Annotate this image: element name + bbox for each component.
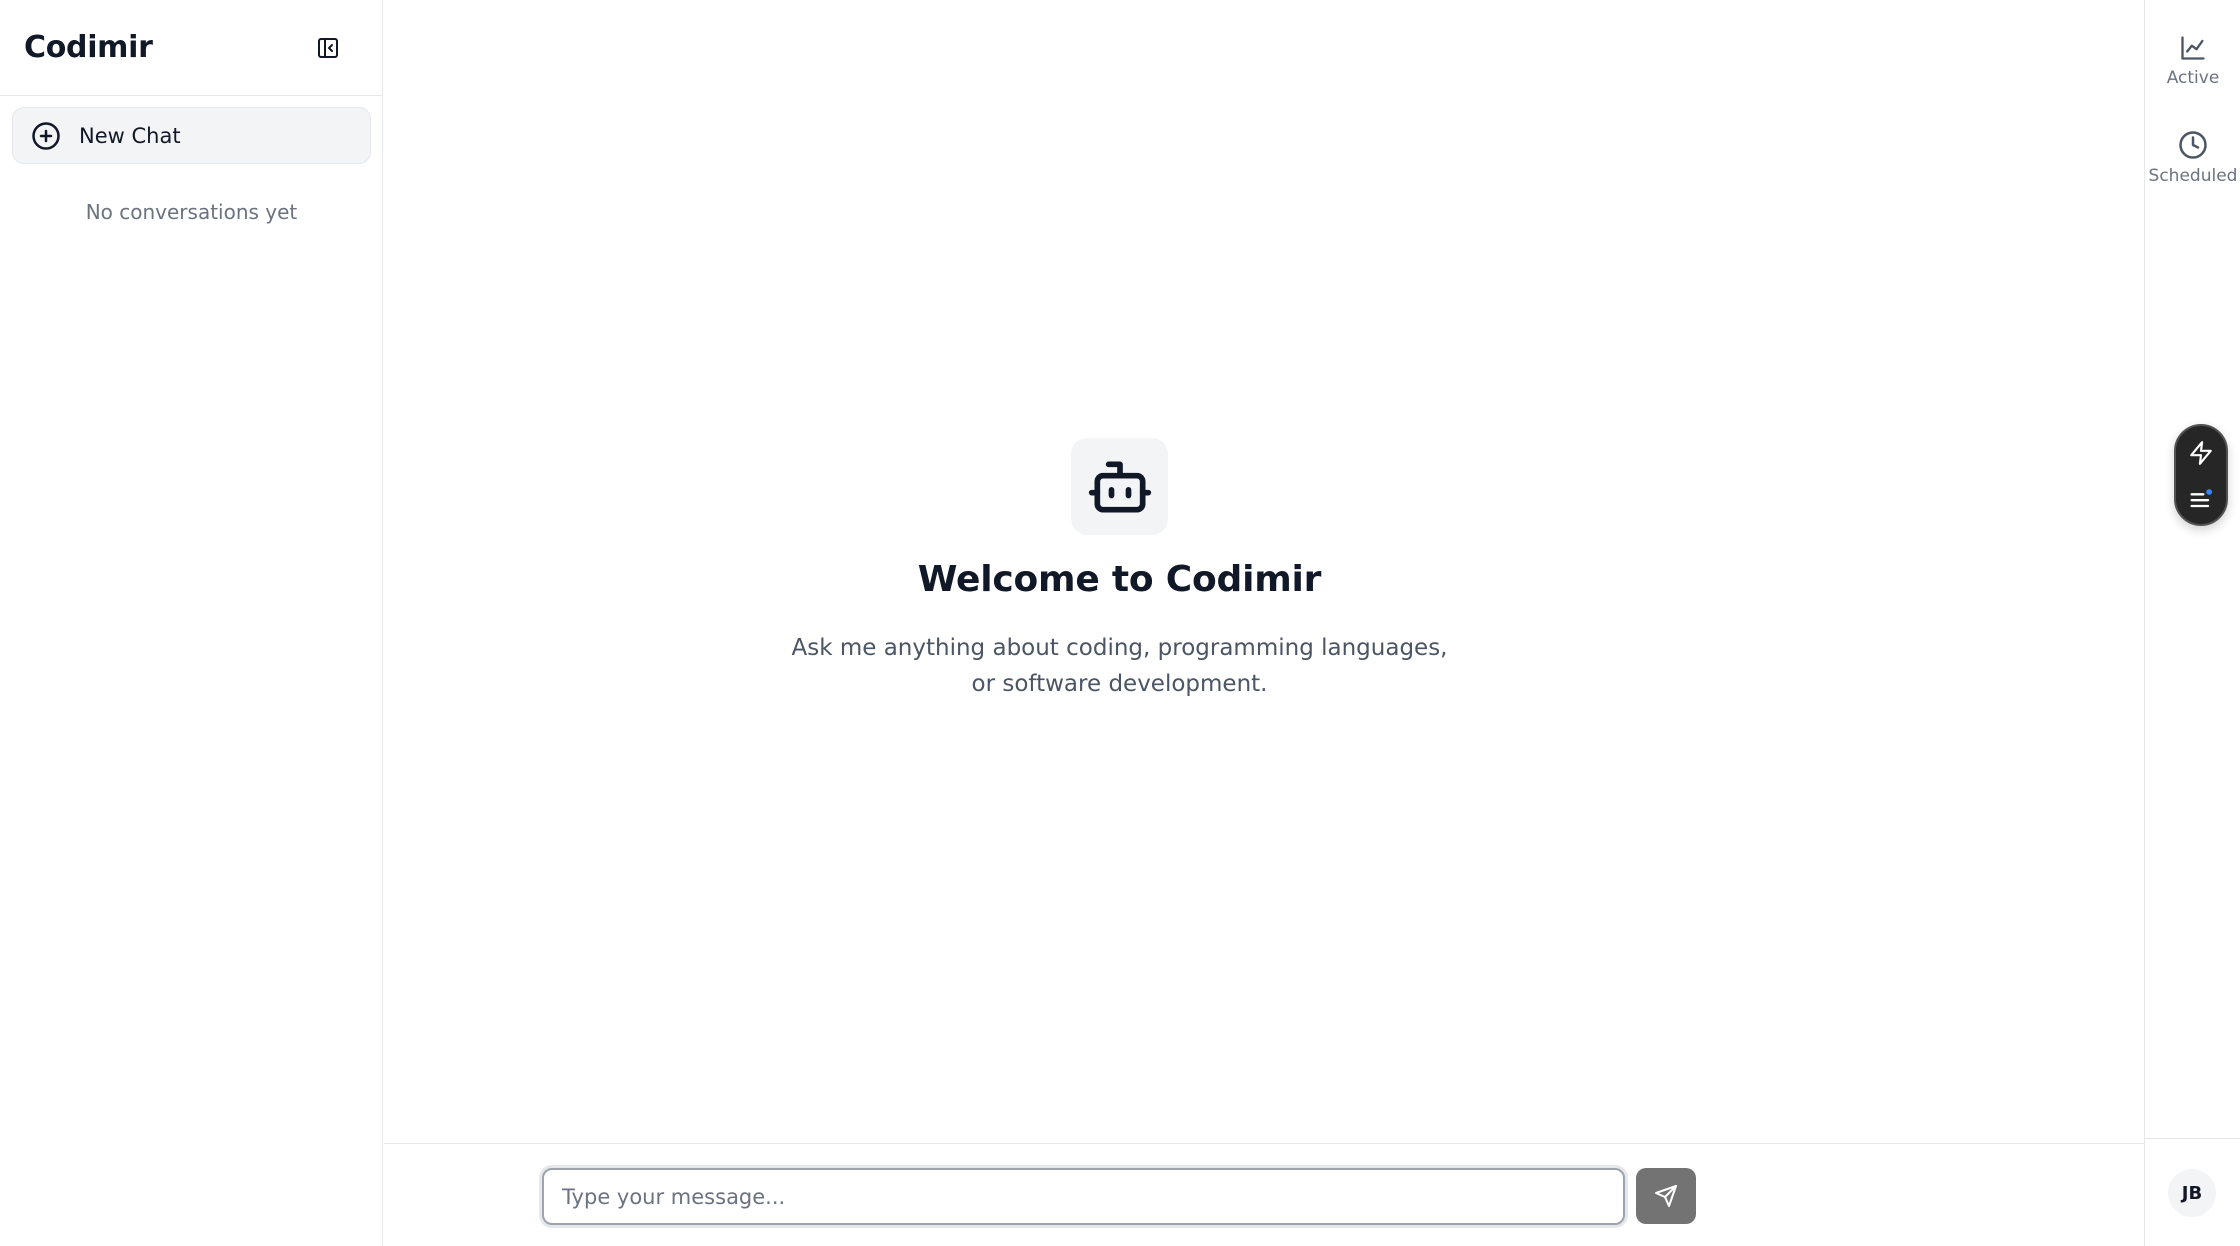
message-composer: [384, 1143, 2144, 1246]
list-notification-icon: [2190, 489, 2213, 508]
send-button[interactable]: [1636, 1168, 1696, 1224]
rail-item-active[interactable]: Active: [2145, 34, 2240, 88]
task-list-button[interactable]: [2176, 476, 2226, 522]
collapse-sidebar-button[interactable]: [308, 28, 348, 68]
app-root: Codimir New Chat No conversations yet We…: [0, 0, 2240, 1246]
bot-avatar: [1071, 438, 1168, 535]
quick-action-button[interactable]: [2176, 430, 2226, 476]
user-avatar[interactable]: JB: [2168, 1169, 2216, 1217]
sidebar: Codimir New Chat No conversations yet: [0, 0, 383, 1246]
welcome-subtitle: Ask me anything about coding, programmin…: [791, 635, 1448, 697]
send-icon: [1655, 1185, 1677, 1207]
rail-divider: [2145, 1138, 2240, 1139]
floating-action-pill: [2174, 424, 2228, 526]
welcome-panel: Welcome to Codimir Ask me anything about…: [384, 438, 1855, 702]
welcome-title: Welcome to Codimir: [917, 559, 1322, 600]
chat-main: Welcome to Codimir Ask me anything about…: [384, 0, 2144, 1246]
app-title: Codimir: [24, 30, 153, 65]
panel-collapse-icon: [318, 37, 338, 58]
rail-item-label: Scheduled: [2148, 166, 2238, 186]
plus-circle-icon: [32, 121, 60, 150]
sidebar-header: Codimir: [0, 0, 382, 96]
right-rail: Active Scheduled JB: [2144, 0, 2240, 1246]
rail-item-scheduled[interactable]: Scheduled: [2145, 130, 2240, 186]
new-chat-button[interactable]: New Chat: [12, 107, 371, 164]
line-chart-icon: [2181, 36, 2205, 60]
clock-icon: [2179, 131, 2207, 159]
message-input[interactable]: [542, 1168, 1625, 1225]
empty-conversations-note: No conversations yet: [85, 200, 298, 224]
new-chat-label: New Chat: [79, 123, 181, 148]
rail-item-label: Active: [2166, 68, 2220, 88]
lightning-icon: [2190, 441, 2212, 465]
bot-icon: [1088, 461, 1151, 512]
